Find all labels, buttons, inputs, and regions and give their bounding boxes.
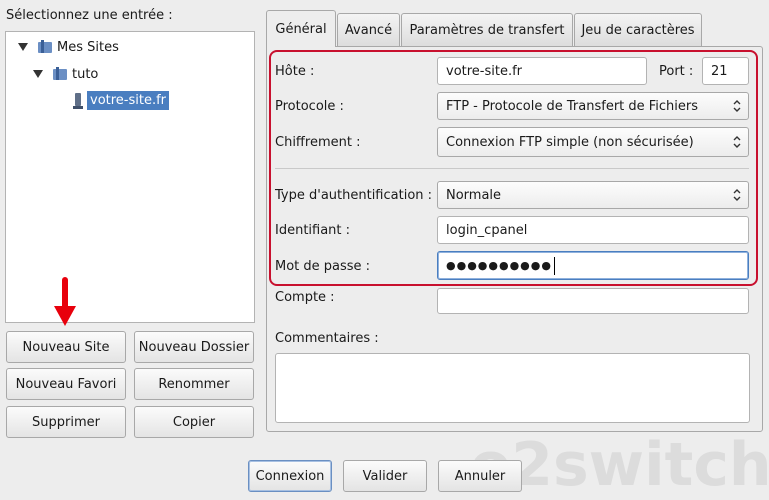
folder-icon <box>53 67 67 80</box>
tree-item-label: tuto <box>72 66 99 82</box>
new-folder-button[interactable]: Nouveau Dossier <box>134 331 254 363</box>
tree-item-tuto[interactable]: tuto <box>33 66 98 82</box>
text-cursor <box>553 256 555 275</box>
delete-button[interactable]: Supprimer <box>6 406 126 438</box>
username-input[interactable]: login_cpanel <box>437 216 749 244</box>
select-arrows-icon <box>733 136 741 148</box>
cancel-button[interactable]: Annuler <box>438 460 522 492</box>
encryption-value: Connexion FTP simple (non sécurisée) <box>446 134 694 150</box>
password-dots: ●●●●●●●●●● <box>446 259 552 272</box>
tab-advanced[interactable]: Avancé <box>337 13 400 47</box>
separator <box>275 168 749 169</box>
host-label: Hôte : <box>275 64 315 79</box>
server-icon <box>73 92 83 109</box>
rename-button[interactable]: Renommer <box>134 368 254 400</box>
username-label: Identifiant : <box>275 223 351 238</box>
protocol-label: Protocole : <box>275 99 344 114</box>
port-input[interactable]: 21 <box>702 57 749 85</box>
encryption-label: Chiffrement : <box>275 135 361 150</box>
connect-button[interactable]: Connexion <box>248 460 332 492</box>
expand-arrow-icon[interactable] <box>33 70 43 78</box>
tree-item-label: Mes Sites <box>57 39 119 55</box>
select-arrows-icon <box>733 189 741 201</box>
password-label: Mot de passe : <box>275 259 371 274</box>
comments-label: Commentaires : <box>275 331 379 346</box>
password-input[interactable]: ●●●●●●●●●● <box>437 251 749 280</box>
comments-textarea[interactable] <box>275 353 750 423</box>
folder-icon <box>38 40 52 53</box>
tab-transfer-settings[interactable]: Paramètres de transfert <box>401 13 573 47</box>
tree-item-label: votre-site.fr <box>87 91 170 110</box>
red-arrow-annotation <box>54 277 76 326</box>
encryption-select[interactable]: Connexion FTP simple (non sécurisée) <box>437 127 749 157</box>
host-input[interactable]: votre-site.fr <box>437 57 647 85</box>
ok-button[interactable]: Valider <box>343 460 427 492</box>
expand-arrow-icon[interactable] <box>18 43 28 51</box>
protocol-value: FTP - Protocole de Transfert de Fichiers <box>446 98 699 114</box>
tab-general[interactable]: Général <box>266 10 336 47</box>
port-label: Port : <box>659 64 694 79</box>
tree-item-votre-site[interactable]: votre-site.fr <box>72 91 170 110</box>
site-list-heading: Sélectionnez une entrée : <box>6 8 173 23</box>
account-label: Compte : <box>275 290 335 305</box>
auth-type-value: Normale <box>446 187 502 203</box>
tree-item-mes-sites[interactable]: Mes Sites <box>18 39 119 55</box>
copy-button[interactable]: Copier <box>134 406 254 438</box>
site-tree[interactable]: Mes Sites tuto votre-site.fr <box>5 31 255 323</box>
select-arrows-icon <box>733 100 741 112</box>
new-site-button[interactable]: Nouveau Site <box>6 331 126 363</box>
auth-type-select[interactable]: Normale <box>437 181 749 209</box>
auth-type-label: Type d'authentification : <box>275 188 433 203</box>
tab-charset[interactable]: Jeu de caractères <box>574 13 702 47</box>
account-input[interactable] <box>437 288 749 314</box>
new-bookmark-button[interactable]: Nouveau Favori <box>6 368 126 400</box>
protocol-select[interactable]: FTP - Protocole de Transfert de Fichiers <box>437 92 749 120</box>
